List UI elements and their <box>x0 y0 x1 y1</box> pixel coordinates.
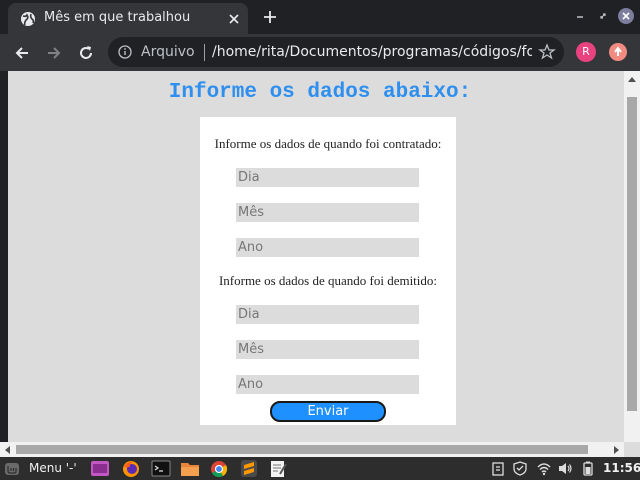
sublime-text-icon[interactable] <box>239 459 259 478</box>
tab-title: Mês em que trabalhou <box>44 10 191 25</box>
browser-tab[interactable]: Mês em que trabalhou <box>8 3 248 34</box>
date-form: Informe os dados de quando foi contratad… <box>200 117 456 425</box>
file-scheme-label: Arquivo <box>141 44 195 60</box>
horizontal-scroll-thumb[interactable] <box>16 445 588 454</box>
close-icon <box>622 12 630 20</box>
battery-icon[interactable] <box>581 461 595 476</box>
info-icon[interactable] <box>118 45 132 59</box>
restore-icon[interactable] <box>597 10 609 22</box>
file-manager-icon[interactable] <box>180 459 200 478</box>
clipboard-icon[interactable] <box>491 461 505 476</box>
chrome-icon[interactable] <box>209 459 229 478</box>
vertical-scroll-thumb[interactable] <box>627 97 637 411</box>
scroll-up-arrow-icon[interactable] <box>628 77 636 82</box>
scroll-corner <box>624 442 640 457</box>
shield-icon[interactable] <box>513 461 527 476</box>
hired-day-input[interactable] <box>236 168 419 187</box>
extension-icon[interactable] <box>609 43 627 61</box>
terminal-icon[interactable] <box>151 459 171 478</box>
horizontal-scrollbar[interactable] <box>0 442 624 457</box>
page-title: Informe os dados abaixo: <box>168 81 472 104</box>
mint-menu-icon[interactable] <box>4 461 20 477</box>
text-editor-icon[interactable] <box>268 459 288 478</box>
reload-icon[interactable] <box>76 43 96 63</box>
volume-icon[interactable] <box>558 461 572 476</box>
clock[interactable]: 11:56 <box>603 461 640 475</box>
tab-strip: Mês em que trabalhou <box>0 0 640 34</box>
scroll-right-arrow-icon[interactable] <box>614 446 619 454</box>
url-text[interactable]: /home/rita/Documentos/programas/códigos/… <box>212 44 532 60</box>
hired-year-input[interactable] <box>236 238 419 257</box>
submit-button[interactable]: Enviar <box>270 401 386 422</box>
fired-year-input[interactable] <box>236 375 419 394</box>
hired-month-input[interactable] <box>236 203 419 222</box>
scroll-left-arrow-icon[interactable] <box>5 446 10 454</box>
firefox-icon[interactable] <box>121 459 141 478</box>
minimize-icon[interactable] <box>574 10 586 22</box>
fired-section-label: Informe os dados de quando foi demitido: <box>218 273 438 288</box>
hired-section-label: Informe os dados de quando foi contratad… <box>214 136 442 151</box>
show-desktop-icon[interactable] <box>90 459 110 478</box>
new-tab-plus-icon[interactable] <box>262 9 278 25</box>
address-bar[interactable]: Arquivo /home/rita/Documentos/programas/… <box>108 37 564 67</box>
fired-day-input[interactable] <box>236 305 419 324</box>
address-separator <box>204 44 205 61</box>
window-close-button[interactable] <box>618 8 634 24</box>
back-arrow-icon[interactable] <box>12 43 32 63</box>
globe-icon <box>21 12 35 26</box>
profile-avatar[interactable]: R <box>576 42 596 62</box>
upload-arrow-icon <box>614 46 622 56</box>
taskbar: Menu '-' 11:56 <box>0 457 640 480</box>
bookmark-star-icon[interactable] <box>538 43 556 61</box>
fired-month-input[interactable] <box>236 340 419 359</box>
browser-toolbar: Arquivo /home/rita/Documentos/programas/… <box>0 34 640 71</box>
page-viewport: Informe os dados abaixo: Informe os dado… <box>8 71 624 442</box>
menu-label[interactable]: Menu '-' <box>29 461 77 475</box>
close-tab-icon[interactable] <box>226 11 242 27</box>
vertical-scrollbar[interactable] <box>624 71 640 442</box>
forward-arrow-icon[interactable] <box>44 43 64 63</box>
wifi-icon[interactable] <box>537 461 551 476</box>
